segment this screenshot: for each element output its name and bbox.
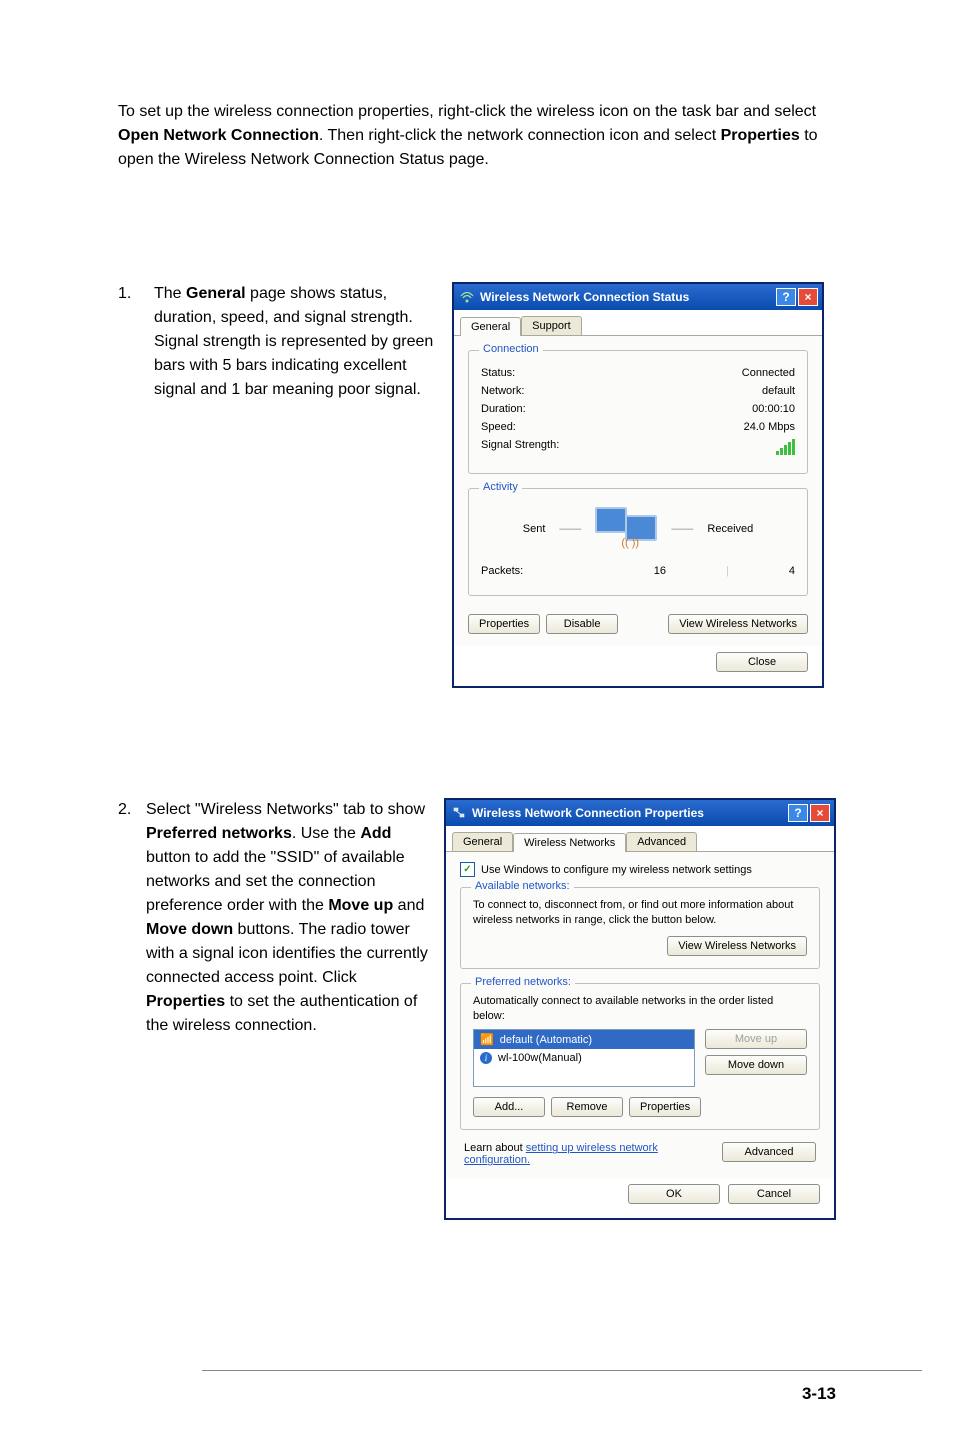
packets-received: 4: [789, 565, 795, 577]
close-button-2[interactable]: ×: [810, 804, 830, 822]
network-value: default: [762, 385, 795, 397]
learn-text: Learn about setting up wireless network …: [464, 1142, 684, 1166]
tab-strip-2: General Wireless Networks Advanced: [446, 826, 834, 852]
tab-general-2[interactable]: General: [452, 832, 513, 851]
legend-connection: Connection: [479, 343, 543, 355]
view-networks-button[interactable]: View Wireless Networks: [668, 614, 808, 634]
dialog-connection-properties: Wireless Network Connection Properties ?…: [444, 798, 836, 1220]
info-icon: i: [480, 1052, 492, 1064]
view-wireless-networks-button[interactable]: View Wireless Networks: [667, 936, 807, 956]
intro-text: To set up the wireless connection proper…: [118, 103, 816, 120]
dialog-title: Wireless Network Connection Status: [480, 290, 689, 304]
move-up-button[interactable]: Move up: [705, 1029, 807, 1049]
properties-button-2[interactable]: Properties: [629, 1097, 701, 1117]
available-desc: To connect to, disconnect from, or find …: [473, 898, 807, 928]
status-value: Connected: [742, 367, 795, 379]
help-button[interactable]: ?: [776, 288, 796, 306]
antenna-icon: 📶: [480, 1033, 494, 1046]
group-connection: Connection Status:Connected Network:defa…: [468, 350, 808, 474]
dialog-connection-status: Wireless Network Connection Status ? × G…: [452, 282, 824, 688]
step-1-number: 1.: [118, 282, 154, 306]
step-1-text: The General page shows status, duration,…: [154, 282, 452, 402]
packets-sent: 16: [654, 565, 666, 577]
packets-label: Packets:: [481, 565, 523, 577]
tab-general[interactable]: General: [460, 317, 521, 336]
duration-label: Duration:: [481, 403, 526, 415]
properties-button[interactable]: Properties: [468, 614, 540, 634]
step-2-text: Select "Wireless Networks" tab to show P…: [146, 798, 444, 1038]
disable-button[interactable]: Disable: [546, 614, 618, 634]
preferred-desc: Automatically connect to available netwo…: [473, 994, 807, 1024]
tab-strip: General Support: [454, 310, 822, 336]
group-available-networks: Available networks: To connect to, disco…: [460, 887, 820, 969]
close-dialog-button[interactable]: Close: [716, 652, 808, 672]
status-label: Status:: [481, 367, 515, 379]
use-windows-label: Use Windows to configure my wireless net…: [481, 864, 752, 876]
step-2-number: 2.: [118, 798, 146, 822]
signal-label: Signal Strength:: [481, 439, 559, 455]
cancel-button[interactable]: Cancel: [728, 1184, 820, 1204]
duration-value: 00:00:10: [752, 403, 795, 415]
received-label: Received: [707, 523, 753, 535]
intro-paragraph: To set up the wireless connection proper…: [118, 100, 836, 172]
signal-bars-icon: [776, 439, 795, 455]
use-windows-checkbox[interactable]: ✓: [460, 862, 475, 877]
titlebar[interactable]: Wireless Network Connection Status ? ×: [454, 284, 822, 310]
list-item[interactable]: i wl-100w(Manual): [474, 1049, 694, 1067]
step-2-row: 2. Select "Wireless Networks" tab to sho…: [118, 798, 836, 1220]
legend-activity: Activity: [479, 481, 522, 493]
list-item[interactable]: 📶 default (Automatic): [474, 1030, 694, 1049]
preferred-networks-list[interactable]: 📶 default (Automatic) i wl-100w(Manual): [473, 1029, 695, 1087]
list-item-label: default (Automatic): [500, 1034, 592, 1046]
network-label: Network:: [481, 385, 524, 397]
speed-label: Speed:: [481, 421, 516, 433]
titlebar-2[interactable]: Wireless Network Connection Properties ?…: [446, 800, 834, 826]
legend-available: Available networks:: [471, 880, 574, 892]
intro-bold-2: Properties: [721, 127, 800, 144]
intro-bold-1: Open Network Connection: [118, 127, 319, 144]
ok-button[interactable]: OK: [628, 1184, 720, 1204]
tab-advanced-2[interactable]: Advanced: [626, 832, 697, 851]
network-icon: [452, 806, 466, 820]
intro-text-2: . Then right-click the network connectio…: [319, 127, 721, 144]
move-down-button[interactable]: Move down: [705, 1055, 807, 1075]
remove-button[interactable]: Remove: [551, 1097, 623, 1117]
tab-wireless-networks[interactable]: Wireless Networks: [513, 833, 626, 852]
close-button[interactable]: ×: [798, 288, 818, 306]
tab-support[interactable]: Support: [521, 316, 582, 335]
group-activity: Activity Sent —— (( )) —— Received Pa: [468, 488, 808, 596]
sent-label: Sent: [523, 523, 546, 535]
list-item-label: wl-100w(Manual): [498, 1052, 582, 1064]
add-button[interactable]: Add...: [473, 1097, 545, 1117]
help-button-2[interactable]: ?: [788, 804, 808, 822]
speed-value: 24.0 Mbps: [744, 421, 795, 433]
legend-preferred: Preferred networks:: [471, 976, 575, 988]
activity-icon: (( )): [595, 507, 657, 551]
page-number: 3-13: [802, 1384, 836, 1404]
advanced-button[interactable]: Advanced: [722, 1142, 816, 1162]
step-1-row: 1. The General page shows status, durati…: [118, 282, 836, 688]
dialog-title-2: Wireless Network Connection Properties: [472, 806, 704, 820]
wireless-icon: [460, 290, 474, 304]
group-preferred-networks: Preferred networks: Automatically connec…: [460, 983, 820, 1131]
